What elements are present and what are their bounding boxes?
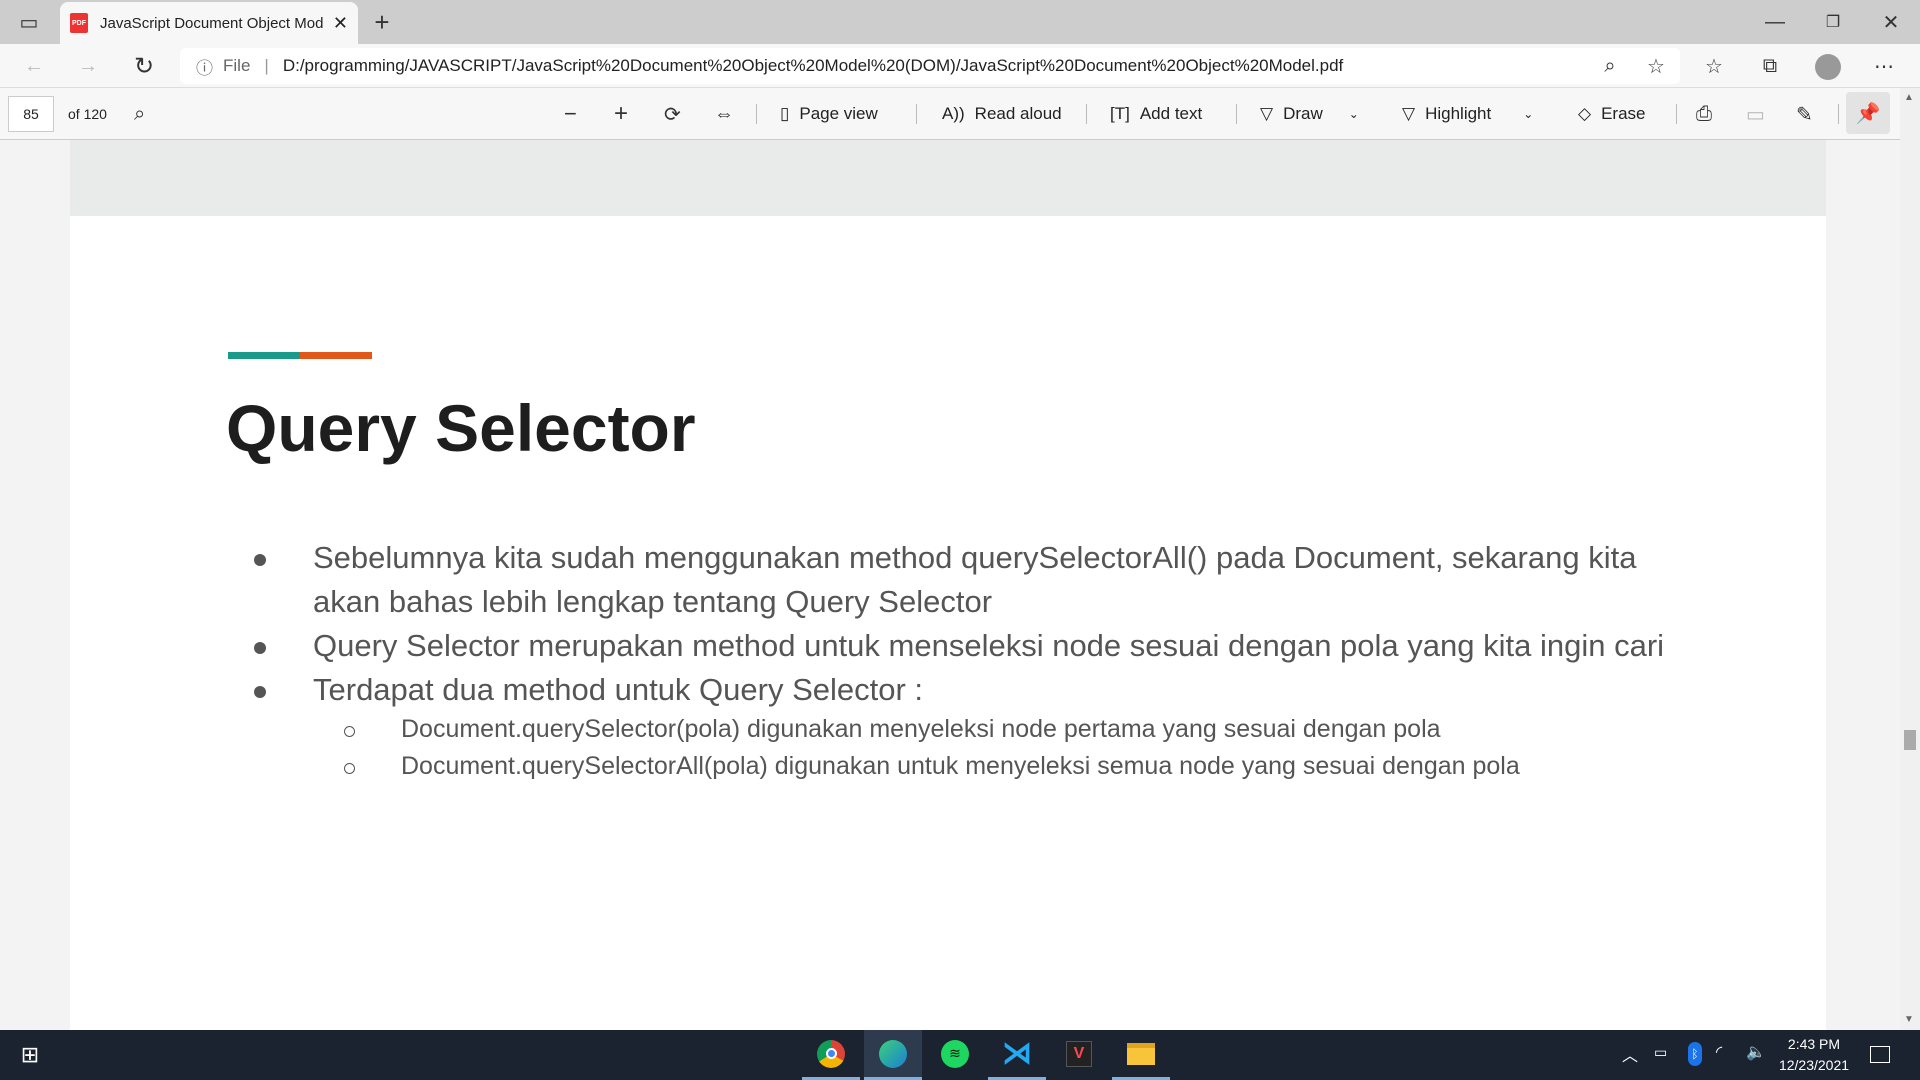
sub-bullet-circle xyxy=(344,726,355,737)
divider xyxy=(1236,104,1237,124)
sub-bullet-circle xyxy=(344,763,355,774)
chevron-down-icon[interactable]: ⌄ xyxy=(1349,107,1359,121)
file-explorer-app-icon[interactable] xyxy=(1112,1030,1170,1080)
notifications-icon[interactable] xyxy=(1870,1046,1890,1063)
page-view-icon: ▯ xyxy=(780,104,790,123)
tab-bar: ▭ PDF JavaScript Document Object Model ✕… xyxy=(0,0,1920,44)
sub-bullet-text: Document.querySelectorAll(pola) digunaka… xyxy=(401,752,1520,780)
erase-button[interactable]: ◇ Erase xyxy=(1578,88,1646,140)
draw-icon: ▽ xyxy=(1260,104,1274,123)
slide-title: Query Selector xyxy=(226,391,696,465)
read-aloud-label: Read aloud xyxy=(974,104,1062,123)
divider xyxy=(1086,104,1087,124)
close-window-icon[interactable]: ✕ xyxy=(1876,8,1906,36)
zoom-icon[interactable]: ⌕ xyxy=(1596,52,1624,80)
tab-actions-icon[interactable]: ▭ xyxy=(16,10,42,34)
url-scheme: File xyxy=(223,56,251,75)
vscode-app-icon[interactable]: ⋊ xyxy=(988,1030,1046,1080)
eraser-icon: ◇ xyxy=(1578,104,1592,123)
divider xyxy=(756,104,757,124)
wifi-icon[interactable]: ◜ xyxy=(1716,1042,1722,1062)
refresh-icon[interactable]: ↻ xyxy=(130,52,158,80)
bullet-text: Terdapat dua method untuk Query Selector… xyxy=(313,672,924,707)
search-icon[interactable]: ⌕ xyxy=(134,88,145,140)
read-aloud-button[interactable]: A)) Read aloud xyxy=(942,88,1062,140)
add-text-button[interactable]: [T] Add text xyxy=(1110,88,1202,140)
zoom-out-icon[interactable]: − xyxy=(564,88,577,140)
page-top-band xyxy=(70,140,1826,216)
page-view-button[interactable]: ▯ Page view xyxy=(780,88,878,140)
restore-icon[interactable]: ❐ xyxy=(1818,8,1848,36)
url-divider: | xyxy=(264,56,269,75)
read-aloud-icon: A)) xyxy=(942,104,965,123)
info-icon[interactable]: ⓘ xyxy=(196,54,213,79)
new-tab-icon[interactable]: + xyxy=(368,7,396,37)
save-icon[interactable]: ▭ xyxy=(1746,88,1765,140)
show-hidden-icons-icon[interactable]: ︿ xyxy=(1622,1042,1638,1066)
edge-app-icon[interactable] xyxy=(864,1030,922,1080)
pdf-toolbar: 85 of 120 ⌕ − + ⟳ ⇔ ▯ Page view A)) Read a… xyxy=(0,88,1920,140)
clock[interactable]: 2:43 PM 12/23/2021 xyxy=(1774,1034,1854,1076)
address-bar-row: ← → ↻ ⓘ File | D:/programming/JAVASCRIPT… xyxy=(0,44,1920,88)
add-text-label: Add text xyxy=(1139,104,1203,123)
close-tab-icon[interactable]: ✕ xyxy=(333,13,348,34)
minimize-icon[interactable]: — xyxy=(1760,8,1790,36)
fit-width-icon[interactable]: ⇔ xyxy=(714,88,734,140)
chevron-down-icon[interactable]: ⌄ xyxy=(1523,107,1533,121)
save-as-icon[interactable]: ✎ xyxy=(1796,88,1813,140)
url-field[interactable]: ⓘ File | D:/programming/JAVASCRIPT/JavaS… xyxy=(180,48,1680,84)
pin-toolbar-icon[interactable]: 📌 xyxy=(1846,92,1890,134)
scrollbar[interactable]: ▲ ▼ xyxy=(1900,88,1920,1030)
bullet-dot xyxy=(254,686,266,698)
forward-icon[interactable]: → xyxy=(74,52,102,80)
highlight-icon: ▽ xyxy=(1402,104,1416,123)
valorant-app-icon[interactable]: V xyxy=(1050,1030,1108,1080)
draw-label: Draw xyxy=(1283,104,1323,123)
add-text-icon: [T] xyxy=(1110,104,1130,123)
clock-time: 2:43 PM xyxy=(1787,1036,1841,1052)
scroll-down-icon[interactable]: ▼ xyxy=(1904,1014,1914,1025)
taskbar: ⊞ ≋ ⋊ V ︿ ▭ ᛒ ◜ 🔈 2:43 PM 12/23/2021 xyxy=(0,1030,1920,1080)
favorites-icon[interactable]: ☆ xyxy=(1700,52,1728,80)
more-icon[interactable]: ⋯ xyxy=(1870,52,1898,80)
page-number-input[interactable]: 85 xyxy=(8,96,54,132)
bullet-dot xyxy=(254,642,266,654)
windows-start-icon[interactable]: ⊞ xyxy=(12,1040,48,1070)
erase-label: Erase xyxy=(1601,104,1646,123)
clock-date: 12/23/2021 xyxy=(1778,1057,1850,1073)
scroll-up-icon[interactable]: ▲ xyxy=(1904,92,1914,103)
chrome-app-icon[interactable] xyxy=(802,1030,860,1080)
page-count: of 120 xyxy=(68,106,107,122)
collections-icon[interactable]: ⧉ xyxy=(1756,52,1784,80)
highlight-button[interactable]: ▽ Highlight ⌄ xyxy=(1402,88,1533,140)
page-view-label: Page view xyxy=(799,104,878,123)
back-icon[interactable]: ← xyxy=(20,52,48,80)
divider xyxy=(916,104,917,124)
divider xyxy=(1676,104,1677,124)
profile-avatar[interactable] xyxy=(1815,54,1841,80)
scroll-thumb[interactable] xyxy=(1904,730,1916,750)
tab-title: JavaScript Document Object Model xyxy=(100,14,323,32)
bullet-text-continued: akan bahas lebih lengkap tentang Query S… xyxy=(313,584,993,619)
print-icon[interactable]: ⎙ xyxy=(1696,88,1712,140)
volume-icon[interactable]: 🔈 xyxy=(1746,1042,1766,1062)
spotify-app-icon[interactable]: ≋ xyxy=(926,1030,984,1080)
zoom-in-icon[interactable]: + xyxy=(614,88,628,140)
bullet-text: Query Selector merupakan method untuk me… xyxy=(313,628,1665,663)
rotate-icon[interactable]: ⟳ xyxy=(664,88,681,140)
accent-bar-orange xyxy=(300,352,372,359)
divider xyxy=(1838,104,1839,124)
pdf-icon: PDF xyxy=(70,13,88,33)
browser-tab[interactable]: PDF JavaScript Document Object Model ✕ xyxy=(60,2,358,44)
battery-icon[interactable]: ▭ xyxy=(1654,1044,1667,1061)
bullet-dot xyxy=(254,554,266,566)
draw-button[interactable]: ▽ Draw ⌄ xyxy=(1260,88,1359,140)
bluetooth-icon[interactable]: ᛒ xyxy=(1688,1042,1702,1066)
accent-bar-teal xyxy=(228,352,300,359)
sub-bullet-text: Document.querySelector(pola) digunakan m… xyxy=(401,715,1441,743)
add-favorite-icon[interactable]: ☆ xyxy=(1642,52,1670,80)
bullet-text: Sebelumnya kita sudah menggunakan method… xyxy=(313,540,1637,575)
highlight-label: Highlight xyxy=(1425,104,1492,123)
url-text: D:/programming/JAVASCRIPT/JavaScript%20D… xyxy=(282,56,1344,75)
